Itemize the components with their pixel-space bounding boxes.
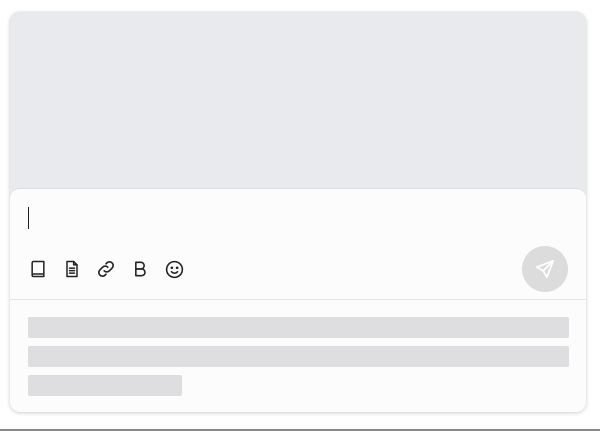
loading-skeleton-line <box>28 346 569 367</box>
document-button[interactable] <box>60 255 84 283</box>
loading-skeleton-line <box>28 375 182 396</box>
composer-divider <box>10 299 586 300</box>
chat-panel <box>10 12 586 412</box>
send-button[interactable] <box>522 246 568 292</box>
text-caret <box>28 207 29 229</box>
document-icon <box>66 260 78 278</box>
loading-skeleton-line <box>28 317 569 338</box>
bold-button[interactable] <box>128 255 152 283</box>
send-icon <box>535 259 555 279</box>
link-button[interactable] <box>94 255 118 283</box>
book-button[interactable] <box>26 255 50 283</box>
message-input[interactable] <box>10 189 586 239</box>
emoji-icon <box>165 260 183 278</box>
emoji-button[interactable] <box>162 255 186 283</box>
page <box>0 0 600 431</box>
message-composer <box>10 188 586 412</box>
formatting-toolbar <box>26 255 186 283</box>
book-icon <box>31 260 45 278</box>
bold-icon <box>135 261 146 277</box>
link-icon <box>98 261 114 277</box>
